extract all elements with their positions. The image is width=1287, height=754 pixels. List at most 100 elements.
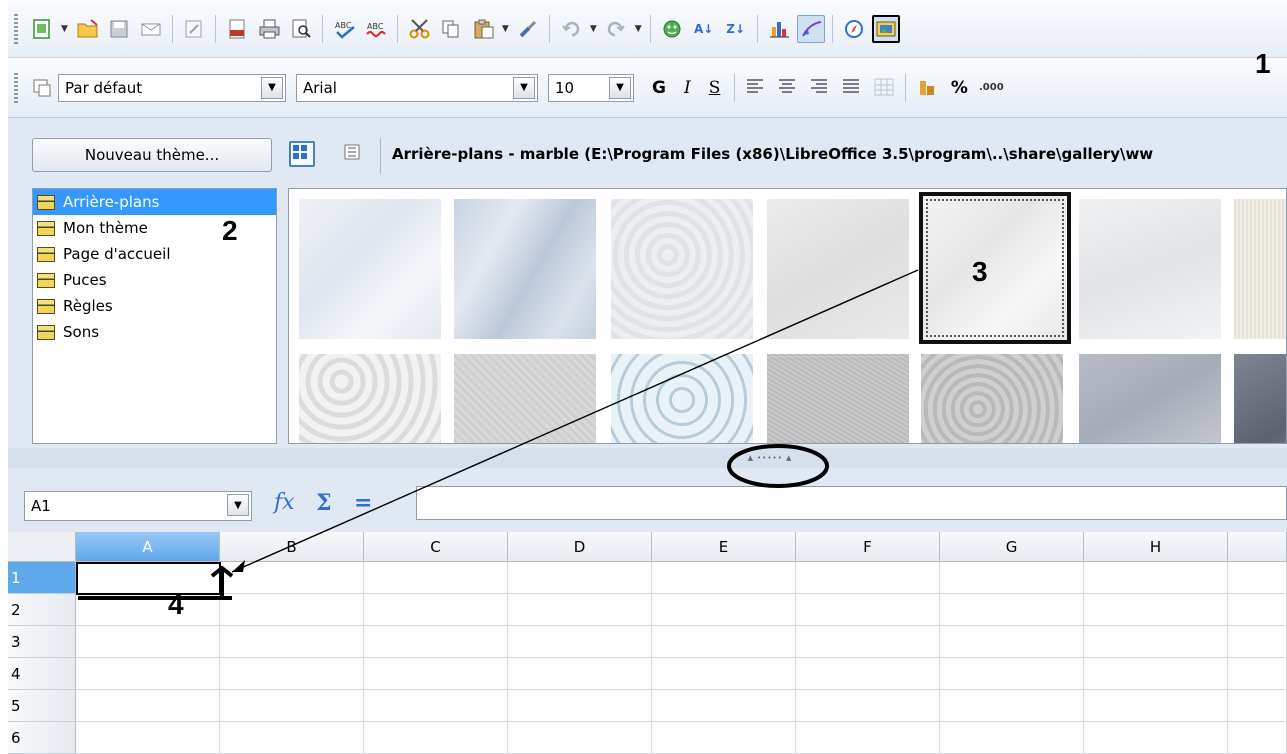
navigator-compass-button[interactable] bbox=[840, 15, 868, 43]
gallery-splitter[interactable]: ▲ ••••• ▲ bbox=[8, 448, 1287, 468]
grid-cell[interactable] bbox=[220, 690, 364, 722]
icon-view-button[interactable] bbox=[289, 141, 315, 167]
print-preview-button[interactable] bbox=[287, 15, 315, 43]
column-header[interactable]: G bbox=[940, 532, 1084, 562]
column-header[interactable]: C bbox=[364, 532, 508, 562]
background-thumbnail[interactable] bbox=[611, 199, 753, 339]
chevron-down-icon[interactable]: ▼ bbox=[502, 24, 509, 34]
spellcheck-button[interactable]: ABC bbox=[330, 15, 358, 43]
theme-item[interactable]: Règles bbox=[33, 293, 276, 319]
save-button[interactable] bbox=[105, 15, 133, 43]
grid-cell[interactable] bbox=[1228, 722, 1287, 754]
clone-format-button[interactable] bbox=[514, 15, 542, 43]
grid-cell[interactable] bbox=[940, 626, 1084, 658]
theme-item[interactable]: Mon thème bbox=[33, 215, 276, 241]
theme-item[interactable]: Page d'accueil bbox=[33, 241, 276, 267]
gallery-thumbnails[interactable] bbox=[288, 188, 1287, 444]
grid-cell[interactable] bbox=[220, 562, 364, 594]
grid-cell[interactable] bbox=[364, 722, 508, 754]
background-thumbnail[interactable] bbox=[454, 354, 596, 443]
row-header[interactable]: 3 bbox=[8, 626, 76, 658]
grid-cell[interactable] bbox=[796, 626, 940, 658]
print-button[interactable] bbox=[255, 15, 283, 43]
grid-cell[interactable] bbox=[652, 690, 796, 722]
select-all-corner[interactable] bbox=[8, 532, 76, 562]
sum-icon[interactable]: Σ bbox=[316, 490, 332, 516]
background-thumbnail[interactable] bbox=[1234, 199, 1286, 339]
align-left-button[interactable] bbox=[742, 74, 770, 102]
grid-cell[interactable] bbox=[652, 594, 796, 626]
theme-item[interactable]: Sons bbox=[33, 319, 276, 345]
column-header[interactable]: B bbox=[220, 532, 364, 562]
italic-button[interactable]: I bbox=[684, 78, 691, 98]
grid-cell[interactable] bbox=[652, 722, 796, 754]
toolbar-grip[interactable] bbox=[14, 13, 18, 44]
chevron-down-icon[interactable]: ▼ bbox=[609, 76, 631, 99]
background-thumbnail[interactable] bbox=[1079, 354, 1221, 443]
align-center-button[interactable] bbox=[774, 74, 802, 102]
grid-cell[interactable] bbox=[796, 722, 940, 754]
theme-item[interactable]: Arrière-plans bbox=[33, 189, 276, 215]
active-cell[interactable] bbox=[76, 562, 221, 595]
justify-button[interactable] bbox=[838, 74, 866, 102]
theme-item[interactable]: Puces bbox=[33, 267, 276, 293]
grid-cell[interactable] bbox=[220, 626, 364, 658]
draw-functions-button[interactable] bbox=[796, 14, 825, 43]
new-theme-button[interactable]: Nouveau thème... bbox=[32, 138, 272, 172]
grid-cell[interactable] bbox=[220, 594, 364, 626]
insert-chart-button[interactable] bbox=[765, 15, 793, 43]
percent-format-button[interactable]: % bbox=[945, 74, 973, 102]
currency-format-button[interactable] bbox=[913, 74, 941, 102]
styles-button[interactable] bbox=[28, 74, 56, 102]
grid-cell[interactable] bbox=[364, 594, 508, 626]
export-pdf-button[interactable] bbox=[223, 15, 251, 43]
chevron-down-icon[interactable]: ▼ bbox=[635, 24, 642, 34]
row-header[interactable]: 6 bbox=[8, 722, 76, 754]
background-thumbnail[interactable] bbox=[767, 199, 909, 339]
column-header[interactable]: D bbox=[508, 532, 652, 562]
theme-list[interactable]: Arrière-plans Mon thème Page d'accueil P… bbox=[32, 188, 277, 444]
grid-cell[interactable] bbox=[940, 658, 1084, 690]
name-box[interactable]: A1 ▼ bbox=[24, 491, 252, 521]
grid-cell[interactable] bbox=[940, 594, 1084, 626]
background-thumbnail[interactable] bbox=[1079, 199, 1221, 339]
grid-cell[interactable] bbox=[1084, 658, 1228, 690]
column-header[interactable]: A bbox=[76, 532, 220, 562]
grid-cell[interactable] bbox=[796, 658, 940, 690]
undo-button[interactable] bbox=[557, 15, 585, 43]
column-header[interactable]: H bbox=[1084, 532, 1228, 562]
background-thumbnail[interactable] bbox=[921, 354, 1063, 443]
spreadsheet-grid[interactable]: A B C D E F G H 1 2 3 4 5 6 bbox=[8, 532, 1287, 754]
redo-button[interactable] bbox=[602, 15, 630, 43]
row-header[interactable]: 2 bbox=[8, 594, 76, 626]
background-thumbnail[interactable] bbox=[1234, 354, 1286, 443]
grid-cell[interactable] bbox=[796, 690, 940, 722]
grid-cell[interactable] bbox=[1084, 626, 1228, 658]
underline-button[interactable]: S bbox=[709, 78, 721, 98]
equals-icon[interactable]: = bbox=[354, 490, 372, 516]
edit-file-button[interactable] bbox=[180, 15, 208, 43]
grid-cell[interactable] bbox=[76, 722, 220, 754]
grid-cell[interactable] bbox=[508, 658, 652, 690]
font-name-combo[interactable]: Arial ▼ bbox=[296, 73, 538, 102]
grid-cell[interactable] bbox=[1228, 690, 1287, 722]
grid-cell[interactable] bbox=[1084, 722, 1228, 754]
background-thumbnail[interactable] bbox=[611, 354, 753, 443]
function-wizard-icon[interactable]: fx bbox=[274, 490, 295, 515]
grid-cell[interactable] bbox=[76, 690, 220, 722]
grid-cell[interactable] bbox=[508, 594, 652, 626]
add-decimal-button[interactable]: .000 bbox=[977, 74, 1005, 102]
grid-cell[interactable] bbox=[76, 658, 220, 690]
sort-descending-button[interactable]: Z↓ bbox=[722, 15, 750, 43]
background-thumbnail-selected[interactable] bbox=[919, 192, 1071, 344]
apply-style-combo[interactable]: Par défaut ▼ bbox=[58, 73, 286, 102]
chevron-down-icon[interactable]: ▼ bbox=[590, 24, 597, 34]
grid-cell[interactable] bbox=[1228, 562, 1287, 594]
new-document-button[interactable] bbox=[28, 15, 56, 43]
grid-cell[interactable] bbox=[1228, 626, 1287, 658]
grid-cell[interactable] bbox=[508, 690, 652, 722]
grid-cell[interactable] bbox=[1084, 690, 1228, 722]
chevron-down-icon[interactable]: ▼ bbox=[261, 76, 283, 99]
splitter-handle[interactable]: ▲ ••••• ▲ bbox=[738, 454, 802, 462]
open-button[interactable] bbox=[73, 15, 101, 43]
